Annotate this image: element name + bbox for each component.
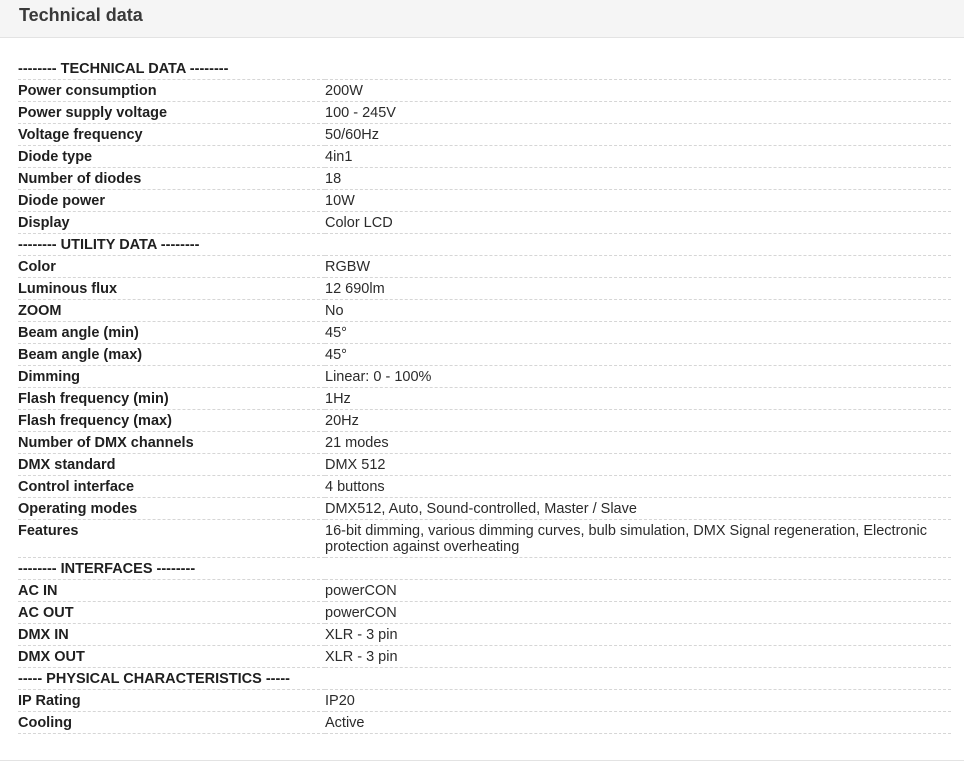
section-header-row: -------- INTERFACES -------- — [18, 557, 951, 580]
spec-key: Diode power — [18, 189, 325, 212]
spec-key: Beam angle (min) — [18, 321, 325, 344]
spec-key: Color — [18, 255, 325, 278]
spec-key: DMX standard — [18, 453, 325, 476]
spec-row: Number of diodes 18 — [18, 167, 951, 190]
panel-header: Technical data — [0, 0, 964, 38]
section-header-row: -------- TECHNICAL DATA -------- — [18, 58, 951, 80]
spec-row: Control interface 4 buttons — [18, 475, 951, 498]
spec-key: Power supply voltage — [18, 101, 325, 124]
spec-key: Features — [18, 519, 325, 558]
spec-key: Display — [18, 211, 325, 234]
spec-value: IP20 — [325, 689, 951, 712]
spec-key: Number of DMX channels — [18, 431, 325, 454]
spec-key: Operating modes — [18, 497, 325, 520]
spec-value: 16-bit dimming, various dimming curves, … — [325, 519, 951, 558]
panel-title: Technical data — [19, 5, 143, 25]
spec-value: XLR - 3 pin — [325, 623, 951, 646]
spec-row: DMX IN XLR - 3 pin — [18, 623, 951, 646]
spec-key: Number of diodes — [18, 167, 325, 190]
spec-row: Flash frequency (min) 1Hz — [18, 387, 951, 410]
spec-value: XLR - 3 pin — [325, 645, 951, 668]
spec-row: ZOOM No — [18, 299, 951, 322]
spec-row: Color RGBW — [18, 255, 951, 278]
spec-row: Features 16-bit dimming, various dimming … — [18, 519, 951, 558]
spec-value: 20Hz — [325, 409, 951, 432]
spec-key: Beam angle (max) — [18, 343, 325, 366]
spec-value: 100 - 245V — [325, 101, 951, 124]
spec-value: Active — [325, 711, 951, 734]
spec-key: DMX IN — [18, 623, 325, 646]
spec-table-body: -------- TECHNICAL DATA -------- Power co… — [18, 58, 951, 734]
spec-value: 45° — [325, 343, 951, 366]
spec-row: Flash frequency (max) 20Hz — [18, 409, 951, 432]
spec-key: Diode type — [18, 145, 325, 168]
spec-row: Diode power 10W — [18, 189, 951, 212]
spec-key: IP Rating — [18, 689, 325, 712]
spec-row: DMX standard DMX 512 — [18, 453, 951, 476]
spec-row: Luminous flux 12 690lm — [18, 277, 951, 300]
spec-value: 21 modes — [325, 431, 951, 454]
section-header-row: -------- UTILITY DATA -------- — [18, 233, 951, 256]
spec-value: 4 buttons — [325, 475, 951, 498]
spec-row: AC OUT powerCON — [18, 601, 951, 624]
spec-value: RGBW — [325, 255, 951, 278]
spec-value: DMX 512 — [325, 453, 951, 476]
spec-key: ZOOM — [18, 299, 325, 322]
section-header-row: ----- PHYSICAL CHARACTERISTICS ----- — [18, 667, 951, 690]
section-header: -------- TECHNICAL DATA -------- — [18, 58, 951, 80]
spec-row: Power supply voltage 100 - 245V — [18, 101, 951, 124]
spec-row: Number of DMX channels 21 modes — [18, 431, 951, 454]
spec-key: Power consumption — [18, 79, 325, 102]
spec-row: Beam angle (max) 45° — [18, 343, 951, 366]
spec-value: 45° — [325, 321, 951, 344]
spec-value: 10W — [325, 189, 951, 212]
spec-value: 4in1 — [325, 145, 951, 168]
section-header: -------- INTERFACES -------- — [18, 557, 951, 580]
spec-key: Control interface — [18, 475, 325, 498]
spec-value: 18 — [325, 167, 951, 190]
section-header: -------- UTILITY DATA -------- — [18, 233, 951, 256]
spec-row: Voltage frequency 50/60Hz — [18, 123, 951, 146]
spec-key: AC IN — [18, 579, 325, 602]
spec-row: Beam angle (min) 45° — [18, 321, 951, 344]
spec-row: Power consumption 200W — [18, 79, 951, 102]
spec-value: powerCON — [325, 579, 951, 602]
spec-key: DMX OUT — [18, 645, 325, 668]
spec-row: Diode type 4in1 — [18, 145, 951, 168]
technical-data-table: -------- TECHNICAL DATA -------- Power co… — [18, 58, 951, 734]
spec-key: AC OUT — [18, 601, 325, 624]
spec-value: No — [325, 299, 951, 322]
spec-key: Flash frequency (max) — [18, 409, 325, 432]
spec-row: Display Color LCD — [18, 211, 951, 234]
spec-row: IP Rating IP20 — [18, 689, 951, 712]
spec-key: Dimming — [18, 365, 325, 388]
spec-value: DMX512, Auto, Sound-controlled, Master /… — [325, 497, 951, 520]
spec-value: Color LCD — [325, 211, 951, 234]
spec-row: DMX OUT XLR - 3 pin — [18, 645, 951, 668]
spec-value: 50/60Hz — [325, 123, 951, 146]
spec-value: 12 690lm — [325, 277, 951, 300]
spec-row: Cooling Active — [18, 711, 951, 734]
spec-key: Voltage frequency — [18, 123, 325, 146]
spec-value: Linear: 0 - 100% — [325, 365, 951, 388]
spec-key: Cooling — [18, 711, 325, 734]
spec-value: powerCON — [325, 601, 951, 624]
spec-row: AC IN powerCON — [18, 579, 951, 602]
section-header: ----- PHYSICAL CHARACTERISTICS ----- — [18, 667, 951, 690]
spec-row: Dimming Linear: 0 - 100% — [18, 365, 951, 388]
spec-value: 1Hz — [325, 387, 951, 410]
spec-row: Operating modes DMX512, Auto, Sound-contr… — [18, 497, 951, 520]
spec-key: Luminous flux — [18, 277, 325, 300]
bottom-divider — [0, 760, 964, 761]
spec-value: 200W — [325, 79, 951, 102]
spec-key: Flash frequency (min) — [18, 387, 325, 410]
